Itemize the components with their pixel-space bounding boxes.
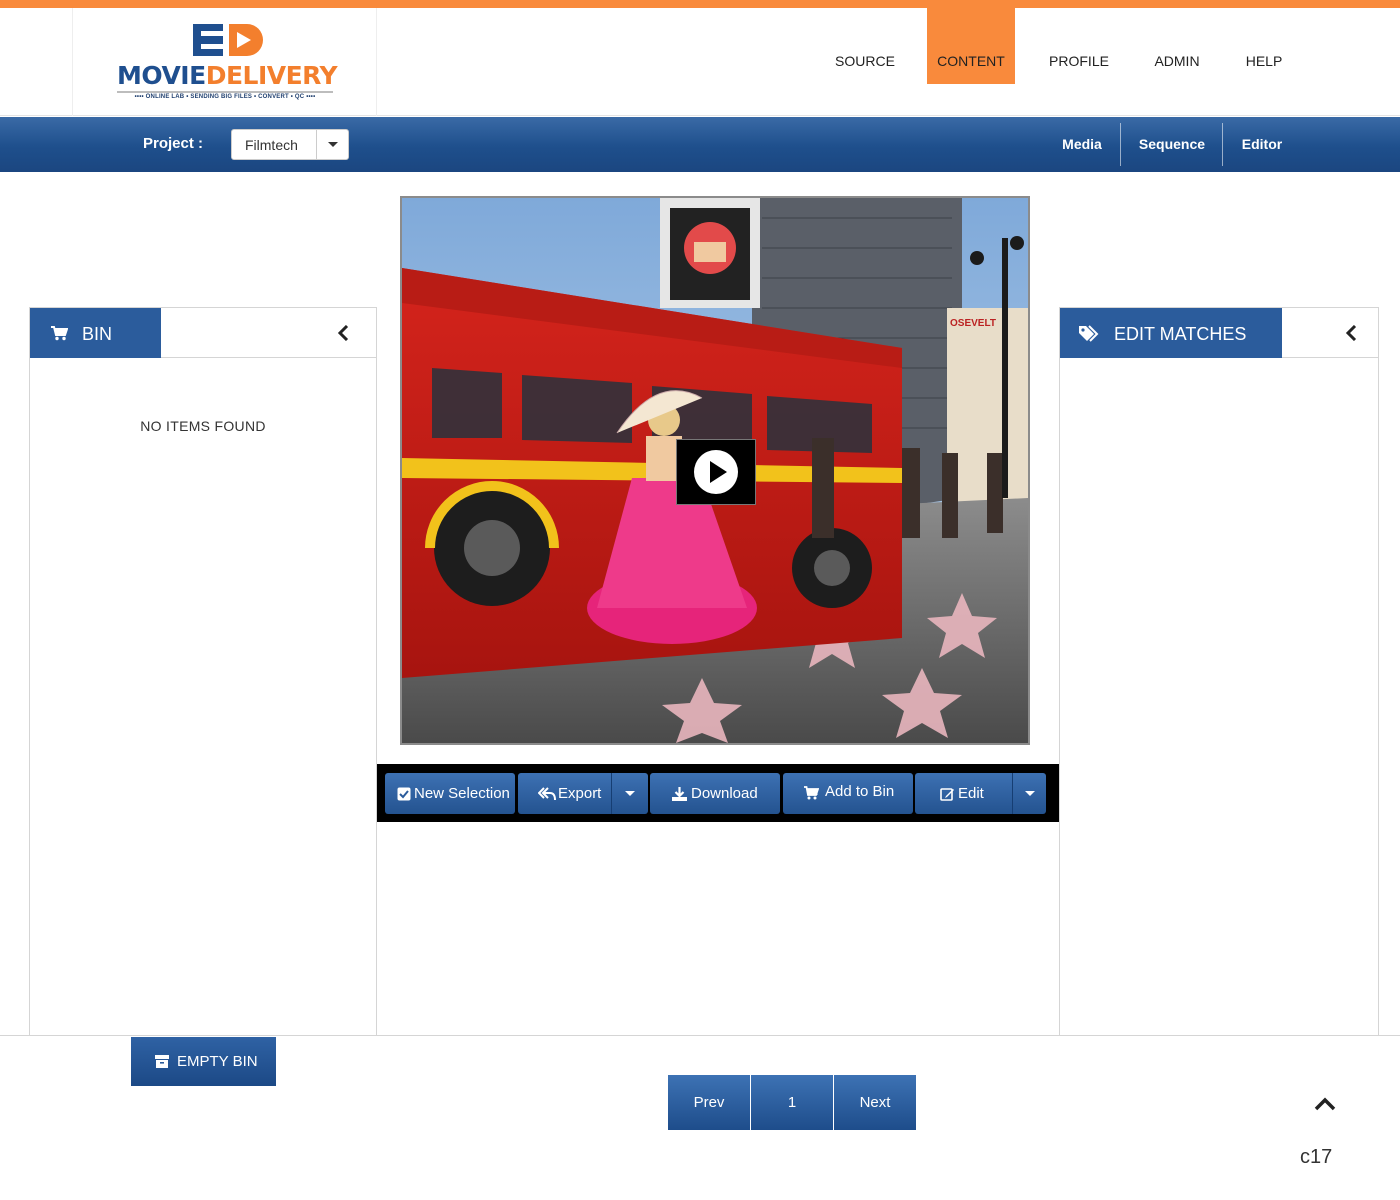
caret-down-icon: [328, 142, 338, 147]
add-to-bin-label: Add to Bin: [825, 783, 895, 800]
bin-panel: BIN NO ITEMS FOUND: [29, 307, 377, 1036]
next-page-button[interactable]: Next: [834, 1075, 916, 1130]
add-to-bin-button[interactable]: Add to Bin: [783, 773, 913, 814]
footer-code: c17: [1300, 1146, 1333, 1168]
play-icon: [694, 450, 738, 494]
download-icon: [672, 787, 687, 801]
edit-button[interactable]: Edit: [915, 773, 1046, 814]
subnav-media[interactable]: Media: [1048, 117, 1116, 172]
empty-bin-button[interactable]: EMPTY BIN: [131, 1037, 276, 1086]
chevron-up-icon[interactable]: [1314, 1097, 1336, 1111]
bin-empty-message: NO ITEMS FOUND: [140, 418, 266, 434]
edit-icon: [940, 788, 954, 801]
export-split-divider: [611, 773, 612, 814]
edit-matches-panel: EDIT MATCHES: [1059, 307, 1379, 1036]
cart-icon: [51, 326, 68, 341]
project-select-toggle[interactable]: [316, 130, 348, 159]
empty-bin-label: EMPTY BIN: [177, 1053, 258, 1070]
logo[interactable]: MOVIEDELIVERY •••• ONLINE LAB • SENDING …: [72, 8, 377, 116]
logo-rule: [117, 91, 333, 93]
logo-wordmark: MOVIEDELIVERY: [117, 61, 338, 90]
project-select-value: Filmtech: [245, 137, 298, 153]
reply-all-icon: [538, 787, 556, 801]
video-preview[interactable]: OSEVELT: [400, 196, 1030, 745]
export-button[interactable]: Export: [518, 773, 648, 814]
edit-matches-tab[interactable]: EDIT MATCHES: [1060, 308, 1282, 358]
new-selection-label: New Selection: [414, 785, 510, 802]
video-toolbar: New Selection Export Download Add to Bin: [377, 764, 1059, 822]
subnav-sequence[interactable]: Sequence: [1130, 117, 1214, 172]
nav-source[interactable]: SOURCE: [826, 8, 904, 84]
logo-mark-icon: [193, 24, 263, 56]
nav-profile[interactable]: PROFILE: [1040, 8, 1118, 84]
nav-help[interactable]: HELP: [1236, 8, 1292, 84]
tags-icon: [1079, 325, 1099, 342]
bin-panel-header: BIN: [30, 308, 376, 358]
chevron-left-icon[interactable]: [336, 325, 350, 341]
edit-split-divider: [1012, 773, 1013, 814]
subnav-divider: [1222, 123, 1223, 166]
caret-down-icon[interactable]: [625, 791, 635, 796]
export-label: Export: [558, 785, 602, 802]
edit-matches-title: EDIT MATCHES: [1114, 324, 1247, 344]
caret-down-icon[interactable]: [1025, 791, 1035, 796]
download-button[interactable]: Download: [650, 773, 780, 814]
chevron-left-icon[interactable]: [1344, 325, 1358, 341]
bin-title: BIN: [82, 324, 113, 344]
page-number-button[interactable]: 1: [751, 1075, 833, 1130]
top-accent-stripe: [0, 0, 1400, 8]
play-button[interactable]: [676, 439, 756, 505]
prev-page-button[interactable]: Prev: [668, 1075, 750, 1130]
header: MOVIEDELIVERY •••• ONLINE LAB • SENDING …: [0, 8, 1400, 116]
content-bottom-divider: [0, 1035, 1400, 1036]
svg-text:OSEVELT: OSEVELT: [950, 318, 996, 329]
subnav-divider: [1120, 123, 1121, 166]
project-select[interactable]: Filmtech: [231, 129, 349, 160]
new-selection-button[interactable]: New Selection: [385, 773, 515, 814]
edit-label: Edit: [958, 785, 984, 802]
logo-tagline: •••• ONLINE LAB • SENDING BIG FILES • CO…: [134, 94, 316, 100]
edit-matches-header: EDIT MATCHES: [1060, 308, 1378, 358]
download-label: Download: [691, 785, 758, 802]
nav-content[interactable]: CONTENT: [927, 8, 1015, 84]
nav-admin[interactable]: ADMIN: [1142, 8, 1212, 84]
subnav-editor[interactable]: Editor: [1232, 117, 1292, 172]
bin-tab[interactable]: BIN: [30, 308, 161, 358]
check-square-icon: [397, 787, 411, 801]
project-bar: Project : Filmtech Media Sequence Editor: [0, 117, 1400, 172]
archive-icon: [155, 1055, 169, 1068]
project-label: Project :: [143, 135, 204, 152]
cart-icon: [804, 786, 819, 800]
